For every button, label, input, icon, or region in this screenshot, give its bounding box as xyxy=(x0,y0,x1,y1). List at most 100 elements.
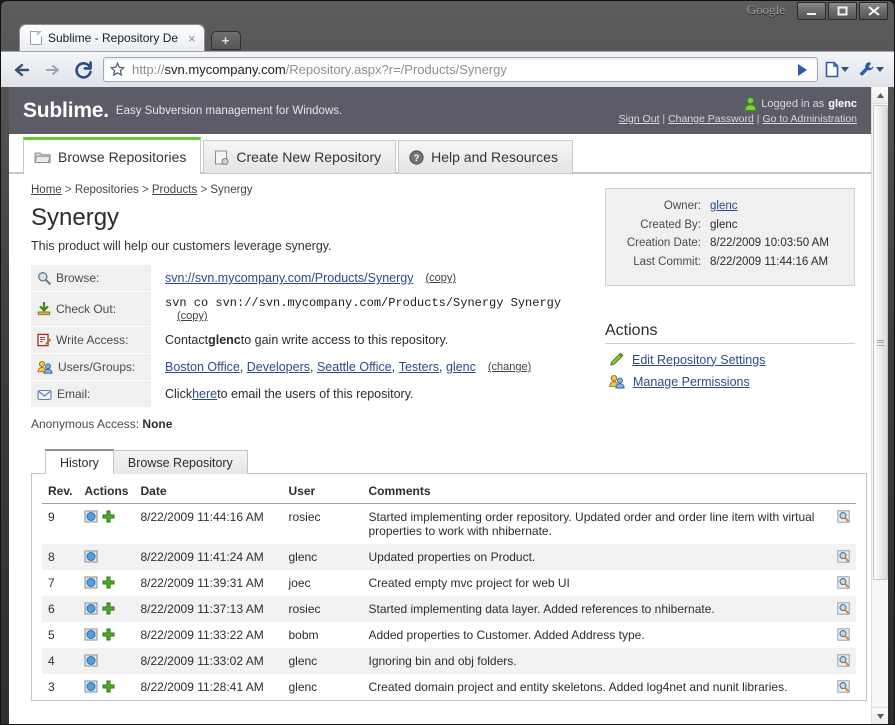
inspect-icon[interactable] xyxy=(837,628,850,641)
detail-label-users-groups: Users/Groups: xyxy=(31,354,151,380)
page-menu-button[interactable] xyxy=(822,57,852,83)
change-link[interactable]: (change) xyxy=(488,361,531,373)
table-row[interactable]: 6 8/22/2009 11:37:13 AM rosiec Started i… xyxy=(42,596,856,622)
view-revision-icon[interactable] xyxy=(84,576,98,589)
cell-date: 8/22/2009 11:33:22 AM xyxy=(140,628,264,642)
action-link[interactable]: Edit Repository Settings xyxy=(632,353,765,367)
action-link[interactable]: Manage Permissions xyxy=(633,375,750,389)
chevron-down-icon xyxy=(876,67,884,72)
address-bar[interactable]: http://svn.mycompany.com/Repository.aspx… xyxy=(103,57,818,82)
add-icon[interactable] xyxy=(102,576,115,589)
cell-rev: 3 xyxy=(48,680,55,694)
group-link-seattle-office[interactable]: Seattle Office xyxy=(317,360,392,374)
browser-tab[interactable]: Sublime - Repository Det... × xyxy=(19,24,205,51)
checkout-command: svn co svn://svn.mycompany.com/Products/… xyxy=(165,296,562,310)
view-revision-icon[interactable] xyxy=(84,510,98,523)
view-revision-icon[interactable] xyxy=(84,654,98,667)
write-access-text-after: to gain write access to this repository. xyxy=(240,333,449,347)
group-link-developers[interactable]: Developers xyxy=(247,360,310,374)
add-icon[interactable] xyxy=(102,602,115,615)
scrollbar-up-arrow-icon[interactable] xyxy=(872,87,888,104)
add-icon[interactable] xyxy=(102,628,115,641)
sign-out-link[interactable]: Sign Out xyxy=(619,113,660,125)
tab-close-icon[interactable]: × xyxy=(188,31,196,46)
detail-value-users-groups: Boston Office, Developers, Seattle Offic… xyxy=(151,354,531,380)
table-row[interactable]: 4 8/22/2009 11:33:02 AM glenc Ignoring b… xyxy=(42,648,856,674)
tab-label: Create New Repository xyxy=(236,149,382,165)
group-link-glenc[interactable]: glenc xyxy=(446,360,476,374)
cell-view xyxy=(831,596,856,622)
scrollbar-down-arrow-icon[interactable] xyxy=(872,707,888,724)
action-edit-repository-settings[interactable]: Edit Repository Settings xyxy=(605,352,855,367)
breadcrumb-item-home[interactable]: Home xyxy=(31,184,62,196)
tab-help-and-resources[interactable]: ? Help and Resources xyxy=(398,140,573,173)
close-button[interactable] xyxy=(859,2,888,20)
help-icon: ? xyxy=(409,149,424,165)
cell-view xyxy=(831,570,856,596)
anonymous-access: Anonymous Access: None xyxy=(31,417,857,431)
table-row[interactable]: 9 8/22/2009 11:44:16 AM rosiec Started i… xyxy=(42,504,856,545)
reload-button[interactable] xyxy=(71,57,97,83)
minimize-button[interactable] xyxy=(797,2,826,20)
go-button[interactable] xyxy=(791,63,813,77)
table-row[interactable]: 8 8/22/2009 11:41:24 AM glenc Updated pr… xyxy=(42,544,856,570)
inspect-icon[interactable] xyxy=(837,602,850,615)
add-icon[interactable] xyxy=(102,680,115,693)
detail-row-write-access: Write Access: Contact glenc to gain writ… xyxy=(31,327,597,353)
group-link-testers[interactable]: Testers xyxy=(399,360,439,374)
add-icon[interactable] xyxy=(102,510,115,523)
column-header-comments: Comments xyxy=(362,480,831,504)
breadcrumb-item-products[interactable]: Products xyxy=(152,184,197,196)
action-manage-permissions[interactable]: Manage Permissions xyxy=(605,374,855,389)
back-button[interactable] xyxy=(9,57,35,83)
view-revision-icon[interactable] xyxy=(84,680,98,693)
bookmark-star-icon[interactable] xyxy=(110,62,125,77)
table-row[interactable]: 3 8/22/2009 11:28:41 AM glenc Created do… xyxy=(42,674,856,700)
view-revision-icon[interactable] xyxy=(84,602,98,615)
inspect-icon[interactable] xyxy=(837,654,850,667)
tools-menu-button[interactable] xyxy=(856,57,886,83)
table-row[interactable]: 5 8/22/2009 11:33:22 AM bobm Added prope… xyxy=(42,622,856,648)
cell-rev: 6 xyxy=(42,596,79,622)
maximize-button[interactable] xyxy=(828,2,857,20)
window-controls xyxy=(795,2,888,20)
comma: , xyxy=(391,360,399,374)
group-link-boston-office[interactable]: Boston Office xyxy=(165,360,240,374)
administration-link[interactable]: Go to Administration xyxy=(762,113,857,125)
new-tab-button[interactable]: + xyxy=(210,31,241,50)
browse-url-link[interactable]: svn://svn.mycompany.com/Products/Synergy xyxy=(165,271,413,285)
info-value: glenc xyxy=(710,218,738,231)
copy-link[interactable]: (copy) xyxy=(425,272,456,284)
change-password-link[interactable]: Change Password xyxy=(668,113,754,125)
table-row[interactable]: 7 8/22/2009 11:39:31 AM joec Created emp… xyxy=(42,570,856,596)
owner-link[interactable]: glenc xyxy=(710,200,738,212)
inspect-icon[interactable] xyxy=(837,510,850,523)
inspect-icon[interactable] xyxy=(837,680,850,693)
info-row-owner: Owner: glenc xyxy=(614,199,842,215)
cell-user: joec xyxy=(288,576,311,590)
tab-create-new-repository[interactable]: Create New Repository xyxy=(203,140,397,173)
cell-comment: Created domain project and entity skelet… xyxy=(368,680,788,694)
view-revision-icon[interactable] xyxy=(84,550,98,563)
cell-rev: 7 xyxy=(48,576,55,590)
page-scrollbar[interactable] xyxy=(871,87,888,724)
email-here-link[interactable]: here xyxy=(192,387,217,401)
forward-button[interactable] xyxy=(39,57,65,83)
cell-rev: 9 xyxy=(48,510,55,524)
view-revision-icon[interactable] xyxy=(84,628,98,641)
cell-comment: Created empty mvc project for web UI xyxy=(368,576,570,590)
copy-link[interactable]: (copy) xyxy=(177,310,208,322)
write-access-contact: glenc xyxy=(208,333,241,347)
detail-value-email: Click here to email the users of this re… xyxy=(151,381,414,407)
tab-browse-repository[interactable]: Browse Repository xyxy=(112,450,248,474)
tab-browse-repositories[interactable]: Browse Repositories xyxy=(23,137,202,174)
inspect-icon[interactable] xyxy=(837,550,850,563)
cell-view xyxy=(831,504,856,545)
tab-history[interactable]: History xyxy=(45,449,114,474)
breadcrumb-separator: > xyxy=(141,184,149,196)
email-text-before: Click xyxy=(165,387,193,401)
cell-view xyxy=(831,648,856,674)
users-icon xyxy=(609,374,625,389)
scrollbar-thumb[interactable] xyxy=(873,105,888,580)
inspect-icon[interactable] xyxy=(837,576,850,589)
